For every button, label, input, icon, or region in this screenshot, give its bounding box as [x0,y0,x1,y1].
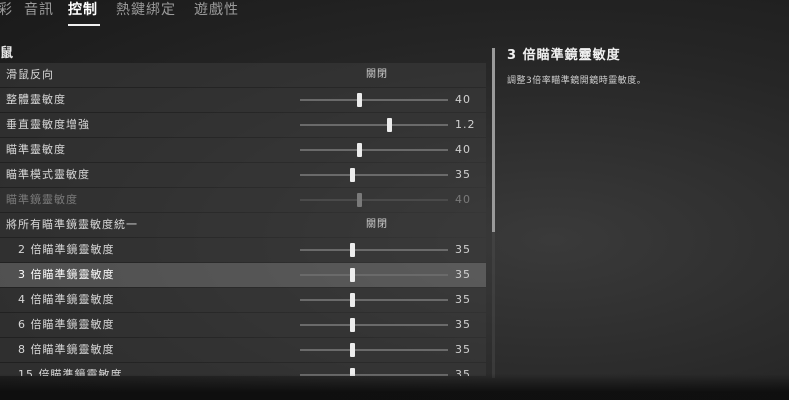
toggle-value[interactable]: 關閉 [366,213,388,237]
setting-row-toggle[interactable]: 將所有瞄準鏡靈敏度統一 關閉 [0,213,486,237]
setting-label: 將所有瞄準鏡靈敏度統一 [6,218,138,231]
toggle-value[interactable]: 關閉 [366,63,388,87]
slider-track[interactable] [300,168,448,182]
slider-thumb[interactable] [349,168,355,182]
slider-value: 40 [455,93,471,106]
scrollbar-thumb[interactable] [492,48,495,232]
slider-value: 40 [455,143,471,156]
active-tab-indicator [68,24,100,26]
tab-keybindings[interactable]: 熱鍵綁定 [116,0,176,20]
slider-thumb[interactable] [349,268,355,282]
setting-row-slider[interactable]: 瞄準模式靈敏度 35 [0,163,486,187]
tab-audio[interactable]: 音訊 [24,0,54,20]
slider-value: 35 [455,268,471,281]
setting-row-slider[interactable]: 8 倍瞄準鏡靈敏度 35 [0,338,486,362]
slider-thumb[interactable] [349,293,355,307]
setting-label: 瞄準模式靈敏度 [6,168,90,181]
slider-value: 35 [455,168,471,181]
description-text: 調整3倍率瞄準鏡開鏡時靈敏度。 [507,76,647,86]
slider-track[interactable] [300,93,448,107]
slider-thumb [357,193,363,207]
settings-list: 滑鼠反向 關閉 整體靈敏度 40 垂直靈敏度增強 1.2 瞄準靈敏度 40 瞄準模式靈敏度 35 瞄… [0,63,486,376]
setting-row-slider[interactable]: 4 倍瞄準鏡靈敏度 35 [0,288,486,312]
setting-row-slider[interactable]: 垂直靈敏度增強 1.2 [0,113,486,137]
setting-label: 瞄準鏡靈敏度 [6,193,78,206]
setting-label: 瞄準靈敏度 [6,143,66,156]
slider-thumb[interactable] [386,118,392,132]
bottom-fade [0,374,789,400]
slider-track [300,193,448,207]
setting-row-slider[interactable]: 6 倍瞄準鏡靈敏度 35 [0,313,486,337]
tab-gameplay[interactable]: 遊戲性 [194,0,239,20]
slider-thumb[interactable] [357,93,363,107]
slider-thumb[interactable] [349,243,355,257]
setting-label: 4 倍瞄準鏡靈敏度 [18,293,115,306]
slider-value: 35 [455,318,471,331]
setting-row-slider[interactable]: 3 倍瞄準鏡靈敏度 35 [0,263,486,287]
slider-track[interactable] [300,143,448,157]
slider-value: 35 [455,343,471,356]
setting-row-slider[interactable]: 瞄準靈敏度 40 [0,138,486,162]
slider-track[interactable] [300,118,448,132]
settings-tab-bar: 彩 音訊 控制 熱鍵綁定 遊戲性 [0,0,789,28]
slider-value: 1.2 [455,118,476,131]
tab-graphics[interactable]: 彩 [0,0,13,20]
slider-track[interactable] [300,243,448,257]
setting-row-slider[interactable]: 整體靈敏度 40 [0,88,486,112]
setting-label: 3 倍瞄準鏡靈敏度 [18,268,115,281]
slider-thumb[interactable] [349,343,355,357]
setting-label: 滑鼠反向 [6,68,54,81]
description-title: 3 倍瞄準鏡靈敏度 [507,48,621,63]
slider-track[interactable] [300,318,448,332]
slider-value: 40 [455,193,471,206]
setting-row-slider: 瞄準鏡靈敏度 40 [0,188,486,212]
slider-value: 35 [455,243,471,256]
setting-label: 垂直靈敏度增強 [6,118,90,131]
setting-label: 2 倍瞄準鏡靈敏度 [18,243,115,256]
slider-track[interactable] [300,293,448,307]
setting-row-slider[interactable]: 2 倍瞄準鏡靈敏度 35 [0,238,486,262]
section-title: 鼠 [0,46,14,61]
slider-thumb[interactable] [357,143,363,157]
tab-controls[interactable]: 控制 [68,0,98,20]
setting-label: 6 倍瞄準鏡靈敏度 [18,318,115,331]
slider-track[interactable] [300,343,448,357]
setting-label: 8 倍瞄準鏡靈敏度 [18,343,115,356]
slider-track[interactable] [300,268,448,282]
slider-thumb[interactable] [349,318,355,332]
setting-label: 整體靈敏度 [6,93,66,106]
slider-value: 35 [455,293,471,306]
setting-row-toggle[interactable]: 滑鼠反向 關閉 [0,63,486,87]
